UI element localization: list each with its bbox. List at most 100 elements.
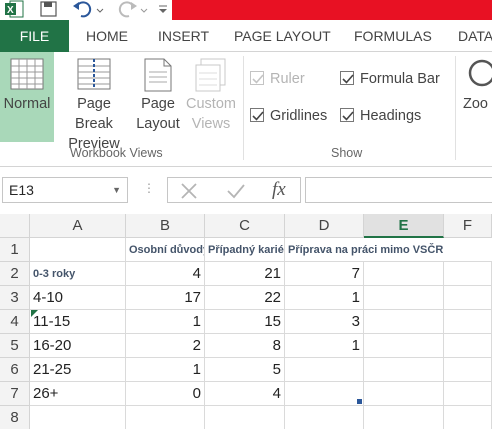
cell-e3[interactable] bbox=[364, 286, 444, 310]
cell-f2[interactable] bbox=[444, 262, 492, 286]
cell-c4[interactable]: 15 bbox=[205, 310, 285, 334]
cell-e2[interactable] bbox=[364, 262, 444, 286]
cell-a7[interactable]: 26+ bbox=[30, 382, 126, 406]
cell-d8[interactable] bbox=[285, 406, 364, 429]
redo-dropdown-icon[interactable] bbox=[140, 0, 148, 18]
cell-d7[interactable] bbox=[285, 382, 364, 406]
cell-a6[interactable]: 21-25 bbox=[30, 358, 126, 382]
name-box-dropdown-icon[interactable]: ▼ bbox=[112, 178, 121, 202]
cell-a5[interactable]: 16-20 bbox=[30, 334, 126, 358]
cell-c3[interactable]: 22 bbox=[205, 286, 285, 310]
cell-c1[interactable]: Případný kariérní bbox=[205, 238, 285, 262]
column-header-f[interactable]: F bbox=[444, 214, 492, 238]
quick-access-toolbar: X bbox=[0, 0, 492, 20]
cell-b3[interactable]: 17 bbox=[126, 286, 205, 310]
cell-e6[interactable] bbox=[364, 358, 444, 382]
cell-e5[interactable] bbox=[364, 334, 444, 358]
cell-b1[interactable]: Osobní důvody bbox=[126, 238, 205, 262]
cell-a2[interactable]: 0-3 roky bbox=[30, 262, 126, 286]
cell-e8[interactable] bbox=[364, 406, 444, 429]
cell-f3[interactable] bbox=[444, 286, 492, 310]
cell-b5[interactable]: 2 bbox=[126, 334, 205, 358]
tab-home[interactable]: HOME bbox=[86, 20, 128, 52]
cell-d6[interactable] bbox=[285, 358, 364, 382]
tab-formulas[interactable]: FORMULAS bbox=[354, 20, 432, 52]
undo-dropdown-icon[interactable] bbox=[96, 0, 104, 18]
cell-d4[interactable]: 3 bbox=[285, 310, 364, 334]
page-layout-label-1: Page bbox=[141, 96, 175, 112]
normal-view-button[interactable]: Normal bbox=[0, 52, 54, 142]
name-box-value: E13 bbox=[9, 182, 34, 198]
cell-e4[interactable] bbox=[364, 310, 444, 334]
cell-a3[interactable]: 4-10 bbox=[30, 286, 126, 310]
cell-c6[interactable]: 5 bbox=[205, 358, 285, 382]
cell-b2[interactable]: 4 bbox=[126, 262, 205, 286]
row-header-3[interactable]: 3 bbox=[0, 286, 30, 310]
headings-checkbox[interactable]: Headings bbox=[340, 105, 421, 127]
cell-b4[interactable]: 1 bbox=[126, 310, 205, 334]
cell-a8[interactable] bbox=[30, 406, 126, 429]
column-header-a[interactable]: A bbox=[30, 214, 126, 238]
column-header-c[interactable]: C bbox=[205, 214, 285, 238]
tab-data[interactable]: DATA bbox=[458, 20, 492, 52]
cell-e7[interactable] bbox=[364, 382, 444, 406]
formula-bar-checkbox-box bbox=[340, 71, 354, 85]
group-divider bbox=[455, 56, 456, 160]
tab-page-layout[interactable]: PAGE LAYOUT bbox=[234, 20, 331, 52]
customize-toolbar-icon[interactable] bbox=[158, 0, 168, 18]
cell-d1[interactable]: Příprava na práci mimo VSČR bbox=[285, 238, 492, 262]
formula-bar-label: Formula Bar bbox=[360, 71, 440, 87]
cell-f5[interactable] bbox=[444, 334, 492, 358]
column-header-b[interactable]: B bbox=[126, 214, 205, 238]
row-header-2[interactable]: 2 bbox=[0, 262, 30, 286]
row-header-6[interactable]: 6 bbox=[0, 358, 30, 382]
row-header-8[interactable]: 8 bbox=[0, 406, 30, 429]
cell-a1[interactable] bbox=[30, 238, 126, 262]
custom-views-label-2: Views bbox=[191, 116, 231, 132]
column-header-e[interactable]: E bbox=[364, 214, 444, 238]
cell-f8[interactable] bbox=[444, 406, 492, 429]
cell-f7[interactable] bbox=[444, 382, 492, 406]
cell-a4[interactable]: 11-15 bbox=[30, 310, 126, 334]
cell-d5[interactable]: 1 bbox=[285, 334, 364, 358]
row-header-7[interactable]: 7 bbox=[0, 382, 30, 406]
select-all-corner[interactable] bbox=[0, 214, 30, 238]
zoom-button[interactable]: Zoo bbox=[460, 52, 492, 142]
formula-bar-resize-handle[interactable]: ⋮ bbox=[143, 181, 155, 195]
cell-f6[interactable] bbox=[444, 358, 492, 382]
formula-input[interactable] bbox=[305, 177, 492, 203]
save-icon[interactable] bbox=[40, 0, 58, 18]
row-header-1[interactable]: 1 bbox=[0, 238, 30, 262]
enter-icon[interactable] bbox=[226, 182, 246, 200]
formula-bar-checkbox[interactable]: Formula Bar bbox=[340, 68, 440, 90]
group-divider bbox=[243, 56, 244, 160]
redo-icon[interactable] bbox=[116, 0, 138, 18]
page-layout-view-button[interactable]: Page Layout bbox=[133, 52, 183, 142]
row-header-5[interactable]: 5 bbox=[0, 334, 30, 358]
custom-views-button[interactable]: Custom Views bbox=[183, 52, 239, 142]
ruler-checkbox[interactable]: Ruler bbox=[250, 68, 305, 90]
cell-b7[interactable]: 0 bbox=[126, 382, 205, 406]
cell-c5[interactable]: 8 bbox=[205, 334, 285, 358]
cell-b8[interactable] bbox=[126, 406, 205, 429]
table-resize-handle[interactable] bbox=[357, 399, 362, 404]
cell-d3[interactable]: 1 bbox=[285, 286, 364, 310]
tab-insert[interactable]: INSERT bbox=[158, 20, 209, 52]
cancel-icon[interactable] bbox=[180, 182, 198, 200]
row-header-4[interactable]: 4 bbox=[0, 310, 30, 334]
name-box[interactable]: E13 ▼ bbox=[2, 177, 128, 203]
formula-bar: E13 ▼ ⋮ fx bbox=[0, 167, 492, 211]
cell-c2[interactable]: 21 bbox=[205, 262, 285, 286]
column-header-d[interactable]: D bbox=[285, 214, 364, 238]
insert-function-icon[interactable]: fx bbox=[272, 179, 286, 201]
tab-file[interactable]: FILE bbox=[0, 20, 69, 52]
cell-f4[interactable] bbox=[444, 310, 492, 334]
cell-c7[interactable]: 4 bbox=[205, 382, 285, 406]
cell-d2[interactable]: 7 bbox=[285, 262, 364, 286]
page-break-preview-button[interactable]: Page Break Preview bbox=[57, 52, 131, 152]
gridlines-checkbox[interactable]: Gridlines bbox=[250, 105, 327, 127]
ribbon: Normal Page Break Preview Page Layout Cu… bbox=[0, 52, 492, 167]
cell-c8[interactable] bbox=[205, 406, 285, 429]
undo-icon[interactable] bbox=[72, 0, 94, 18]
cell-b6[interactable]: 1 bbox=[126, 358, 205, 382]
